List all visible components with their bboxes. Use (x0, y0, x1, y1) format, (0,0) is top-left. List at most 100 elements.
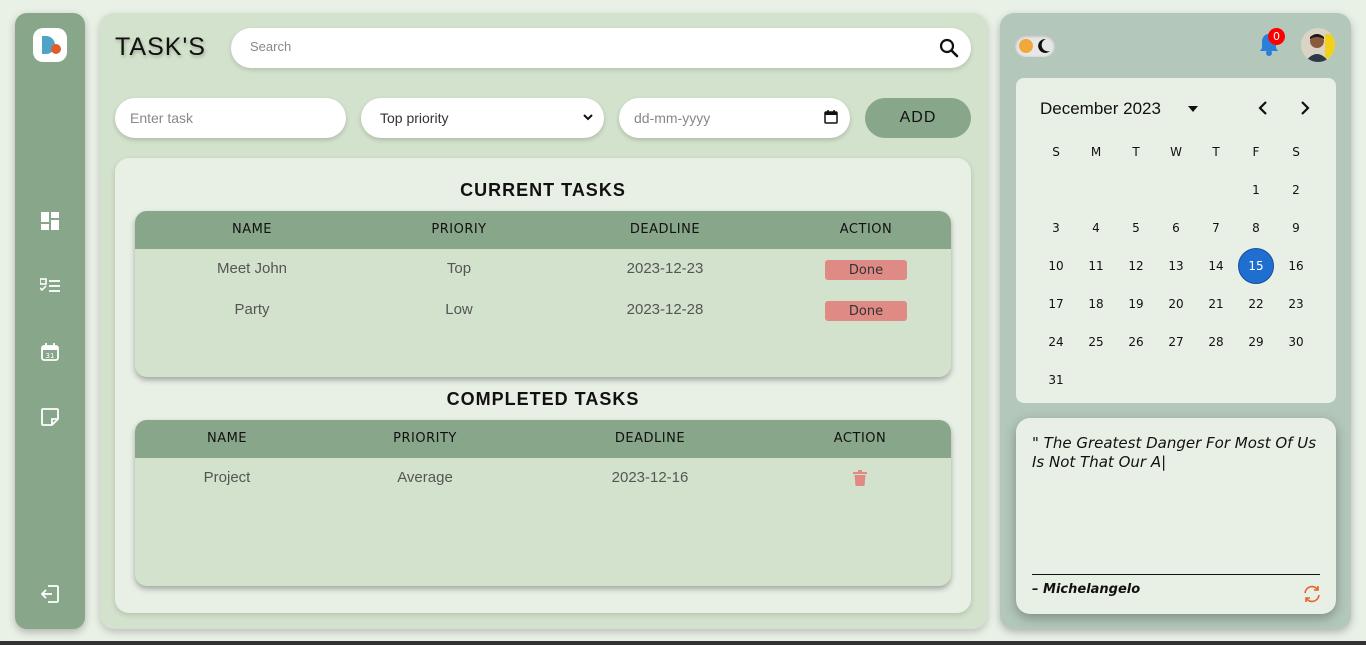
calendar-day[interactable]: 30 (1278, 324, 1314, 360)
calendar-day[interactable]: 23 (1278, 286, 1314, 322)
column-header-priority: PRIORITY (393, 431, 457, 446)
calendar-day[interactable]: 5 (1118, 210, 1154, 246)
weekday-label: S (1052, 145, 1060, 159)
quote-divider (1032, 574, 1320, 575)
calendar-day[interactable]: 7 (1198, 210, 1234, 246)
sidebar: 31 (15, 13, 85, 629)
bottom-edge (0, 641, 1366, 645)
weekday-label: M (1090, 145, 1102, 159)
calendar-day[interactable]: 27 (1158, 324, 1194, 360)
column-header-deadline: DEADLINE (629, 222, 701, 237)
calendar-day[interactable]: 28 (1198, 324, 1234, 360)
current-tasks-table: NAME PRIORIY DEADLINE ACTION Meet John T… (135, 211, 951, 377)
page-title: TASK'S (115, 33, 206, 61)
task-name: Party (234, 301, 270, 318)
done-button[interactable]: Done (825, 260, 907, 280)
chevron-right-icon[interactable] (1296, 100, 1312, 116)
weekday-label: F (1252, 145, 1260, 159)
calendar-day[interactable]: 13 (1158, 248, 1194, 284)
task-input[interactable] (130, 110, 330, 126)
task-deadline: 2023-12-16 (611, 469, 689, 486)
calendar-day[interactable]: 19 (1118, 286, 1154, 322)
calendar-day[interactable]: 14 (1198, 248, 1234, 284)
calendar-day[interactable]: 9 (1278, 210, 1314, 246)
avatar[interactable] (1301, 28, 1335, 62)
calendar-day[interactable]: 18 (1078, 286, 1114, 322)
search-bar (231, 28, 971, 68)
completed-tasks-title: COMPLETED TASKS (446, 389, 640, 409)
logout-icon[interactable] (39, 583, 61, 605)
column-header-deadline: DEADLINE (614, 431, 686, 446)
calendar-day[interactable]: 10 (1038, 248, 1074, 284)
table-header: NAME PRIORIY DEADLINE ACTION (135, 211, 951, 249)
calendar-icon[interactable]: 31 (39, 341, 61, 363)
note-icon[interactable] (39, 406, 61, 428)
priority-select-value: Top priority (380, 110, 449, 126)
task-priority: Low (445, 301, 473, 318)
column-header-name: NAME (206, 431, 248, 446)
calendar-day[interactable]: 2 (1278, 172, 1314, 208)
calendar-day-selected[interactable]: 15 (1238, 248, 1274, 284)
column-header-action: ACTION (833, 431, 887, 446)
date-picker-icon[interactable] (824, 110, 838, 124)
right-panel: 0 December 2023 S M T W T F S 1 2 3 4 5 6 7 8 9 10 11 12 13… (1000, 13, 1351, 629)
calendar-day[interactable]: 20 (1158, 286, 1194, 322)
calendar-day[interactable]: 24 (1038, 324, 1074, 360)
table-header: NAME PRIORITY DEADLINE ACTION (135, 420, 951, 458)
quote-card: " The Greatest Danger For Most Of Us Is … (1016, 418, 1336, 614)
tasks-card: CURRENT TASKS NAME PRIORIY DEADLINE ACTI… (115, 158, 971, 613)
priority-select[interactable]: Top priority (361, 98, 604, 138)
calendar-day[interactable]: 4 (1078, 210, 1114, 246)
calendar-day[interactable]: 17 (1038, 286, 1074, 322)
refresh-icon[interactable] (1302, 584, 1322, 604)
calendar-day[interactable]: 29 (1238, 324, 1274, 360)
table-row: Party Low 2023-12-28 Done (135, 290, 951, 331)
task-deadline: 2023-12-28 (626, 301, 704, 318)
search-input[interactable] (250, 39, 930, 54)
caret-down-icon[interactable] (1187, 105, 1199, 113)
date-input-wrapper[interactable] (619, 98, 850, 138)
calendar-day[interactable]: 22 (1238, 286, 1274, 322)
sun-icon (1019, 39, 1033, 53)
date-input[interactable] (634, 110, 804, 126)
table-row: Meet John Top 2023-12-23 Done (135, 249, 951, 290)
task-input-wrapper (115, 98, 346, 138)
calendar-day[interactable]: 31 (1038, 362, 1074, 398)
notification-count-badge: 0 (1268, 28, 1285, 45)
app-logo[interactable] (33, 28, 67, 62)
chevron-left-icon[interactable] (1256, 100, 1272, 116)
calendar-day[interactable]: 25 (1078, 324, 1114, 360)
calendar-widget: December 2023 S M T W T F S 1 2 3 4 5 6 7 8 9 10 11 12 13 14… (1016, 78, 1336, 403)
chevron-down-icon (583, 114, 593, 121)
svg-text:31: 31 (46, 352, 55, 360)
trash-icon[interactable] (853, 470, 867, 490)
column-header-name: NAME (231, 222, 273, 237)
calendar-day[interactable]: 8 (1238, 210, 1274, 246)
calendar-day[interactable]: 12 (1118, 248, 1154, 284)
calendar-day[interactable]: 1 (1238, 172, 1274, 208)
search-icon[interactable] (939, 38, 959, 58)
calendar-day[interactable]: 21 (1198, 286, 1234, 322)
add-task-button[interactable]: ADD (865, 98, 971, 138)
calendar-day[interactable]: 3 (1038, 210, 1074, 246)
calendar-day[interactable]: 26 (1118, 324, 1154, 360)
theme-toggle[interactable] (1015, 35, 1055, 57)
calendar-day[interactable]: 11 (1078, 248, 1114, 284)
current-tasks-title: CURRENT TASKS (460, 180, 626, 200)
main-panel: TASK'S Top priority ADD CURRENT TASKS NA… (100, 13, 987, 629)
quote-text: " The Greatest Danger For Most Of Us Is … (1032, 434, 1317, 471)
calendar-day[interactable]: 6 (1158, 210, 1194, 246)
weekday-label: T (1132, 145, 1140, 159)
calendar-month-label: December 2023 (1040, 99, 1161, 118)
task-deadline: 2023-12-23 (626, 260, 704, 277)
task-priority: Average (397, 469, 453, 486)
weekday-label: S (1292, 145, 1300, 159)
dashboard-icon[interactable] (39, 210, 61, 232)
done-button[interactable]: Done (825, 301, 907, 321)
calendar-day[interactable]: 16 (1278, 248, 1314, 284)
table-row: Project Average 2023-12-16 (135, 458, 951, 499)
weekday-label: T (1212, 145, 1220, 159)
column-header-priority: PRIORIY (431, 222, 487, 237)
checklist-icon[interactable] (39, 275, 61, 297)
quote-author: – Michelangelo (1032, 582, 1141, 597)
